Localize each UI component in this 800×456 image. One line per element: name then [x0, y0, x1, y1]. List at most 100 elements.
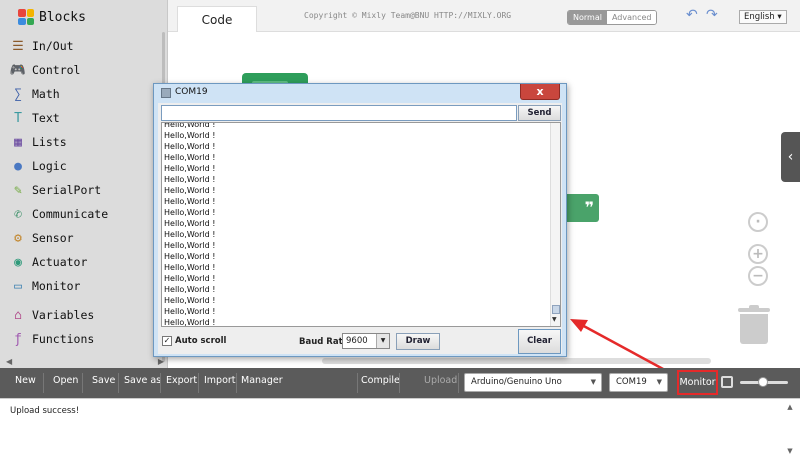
board-select[interactable]: Arduino/Genuino Uno ▼ [464, 373, 602, 392]
serial-controls: ✓ Auto scroll Baud Rate 9600 ▼ Draw Clea… [158, 329, 562, 354]
new-button[interactable]: New [15, 375, 36, 386]
log-line: Hello,World ! [164, 122, 216, 129]
baud-rate-select[interactable]: 9600 ▼ [342, 333, 390, 349]
send-button[interactable]: Send [518, 105, 561, 121]
log-line: Hello,World ! [164, 252, 216, 261]
text-icon: T [14, 110, 22, 126]
chevron-left-icon: ‹ [787, 149, 794, 165]
text-block[interactable]: ❞ [565, 194, 599, 222]
chevron-down-icon: ▼ [590, 378, 596, 386]
drawer-toggle-button[interactable]: ‹ [781, 132, 800, 182]
clear-button[interactable]: Clear [518, 329, 561, 354]
port-value: COM19 [616, 377, 647, 387]
open-button[interactable]: Open [53, 375, 78, 386]
category-control[interactable]: 🎮 Control [0, 58, 167, 82]
zoom-slider[interactable] [740, 377, 788, 387]
log-line: Hello,World ! [164, 197, 216, 206]
log-line: Hello,World ! [164, 296, 216, 305]
log-line: Hello,World ! [164, 164, 216, 173]
manager-button[interactable]: Manager [241, 375, 283, 386]
chip-icon[interactable] [721, 376, 733, 388]
log-line: Hello,World ! [164, 307, 216, 316]
category-label: SerialPort [32, 183, 102, 197]
scroll-thumb[interactable] [552, 305, 560, 314]
scroll-down-icon[interactable]: ▼ [552, 316, 557, 323]
draw-button[interactable]: Draw [396, 333, 440, 350]
language-value: English [744, 12, 775, 22]
mode-advanced-button[interactable]: Advanced [606, 11, 657, 24]
category-sensor[interactable]: ⚙ Sensor [0, 226, 167, 250]
category-communicate[interactable]: ✆ Communicate [0, 202, 167, 226]
tab-code[interactable]: Code [177, 6, 257, 32]
import-button[interactable]: Import [204, 375, 236, 386]
undo-icon[interactable]: ↶ [686, 7, 698, 23]
output-panel: Upload success! ▲ ▼ [0, 398, 800, 456]
log-line: Hello,World ! [164, 263, 216, 272]
log-line: Hello,World ! [164, 318, 216, 327]
log-line: Hello,World ! [164, 230, 216, 239]
log-scrollbar[interactable]: ▼ [550, 123, 560, 326]
blocks-logo-icon [18, 9, 34, 25]
category-lists[interactable]: ▦ Lists [0, 130, 167, 154]
zoom-in-icon[interactable]: + [748, 244, 768, 264]
redo-icon[interactable]: ↷ [706, 7, 718, 23]
log-line: Hello,World ! [164, 131, 216, 140]
window-titlebar[interactable]: COM19 x [154, 84, 566, 102]
log-line: Hello,World ! [164, 285, 216, 294]
monitor-button[interactable]: Monitor [677, 370, 718, 395]
blocks-sidebar: Blocks ☰ In/Out 🎮 Control ∑ Math T Text ▦ Lists ● L… [0, 0, 168, 368]
checkbox-icon[interactable]: ✓ [162, 336, 172, 346]
output-message: Upload success! [10, 406, 80, 416]
category-label: Text [32, 111, 60, 125]
zoom-out-icon[interactable]: − [748, 266, 768, 286]
category-math[interactable]: ∑ Math [0, 82, 167, 106]
language-select[interactable]: English ▾ [739, 10, 787, 24]
category-label: Actuator [32, 255, 88, 269]
port-select[interactable]: COM19 ▼ [609, 373, 668, 392]
board-value: Arduino/Genuino Uno [471, 377, 562, 387]
quote-icon: ❞ [584, 198, 594, 217]
upload-button[interactable]: Upload [424, 375, 457, 386]
save-as-button[interactable]: Save as [124, 375, 161, 386]
mode-normal-button[interactable]: Normal [568, 11, 607, 24]
serial-icon: ✎ [14, 182, 22, 198]
sidebar-horizontal-scrollbar[interactable]: ◀ ▶ [4, 356, 166, 366]
trash-icon[interactable] [738, 305, 770, 344]
log-line: Hello,World ! [164, 142, 216, 151]
category-logic[interactable]: ● Logic [0, 154, 167, 178]
chevron-down-icon[interactable]: ▼ [376, 334, 389, 348]
category-label: Communicate [32, 207, 109, 221]
export-button[interactable]: Export [166, 375, 197, 386]
close-button[interactable]: x [520, 84, 560, 100]
chevron-down-icon: ▾ [777, 12, 782, 22]
category-text[interactable]: T Text [0, 106, 167, 130]
java-app-icon [161, 88, 171, 98]
category-functions[interactable]: ƒ Functions [0, 327, 167, 351]
category-inout[interactable]: ☰ In/Out [0, 34, 167, 58]
recenter-icon[interactable]: · [748, 212, 768, 232]
auto-scroll-checkbox[interactable]: ✓ Auto scroll [162, 336, 226, 346]
category-actuator[interactable]: ◉ Actuator [0, 250, 167, 274]
save-button[interactable]: Save [92, 375, 115, 386]
compile-button[interactable]: Compile [361, 375, 400, 386]
actuator-icon: ◉ [14, 254, 22, 270]
category-label: Control [32, 63, 81, 77]
serial-send-input[interactable] [161, 105, 517, 121]
category-monitor[interactable]: ▭ Monitor [0, 274, 167, 298]
serial-output-log[interactable]: Hello,World ! Hello,World ! Hello,World ! H… [161, 122, 561, 327]
sidebar-title: Blocks [39, 9, 86, 25]
output-scrollbar[interactable]: ▲ ▼ [784, 403, 796, 455]
log-line: Hello,World ! [164, 208, 216, 217]
log-line: Hello,World ! [164, 153, 216, 162]
serial-monitor-window: COM19 x Send Hello,World ! Hello,World ! H… [153, 83, 567, 357]
category-label: Lists [32, 135, 67, 149]
category-variables[interactable]: ⌂ Variables [0, 303, 167, 327]
serial-monitor-body: Send Hello,World ! Hello,World ! Hello,Wor… [158, 103, 562, 354]
slider-knob[interactable] [758, 377, 768, 387]
copyright-text: Copyright © Mixly Team@BNU HTTP://MIXLY.… [304, 11, 512, 20]
lists-icon: ▦ [14, 134, 22, 150]
category-serialport[interactable]: ✎ SerialPort [0, 178, 167, 202]
bottom-toolbar: New Open Save Save as Export Import Mana… [0, 368, 800, 398]
category-label: Logic [32, 159, 67, 173]
log-lines: Hello,World ! Hello,World ! Hello,World ! H… [164, 122, 216, 327]
